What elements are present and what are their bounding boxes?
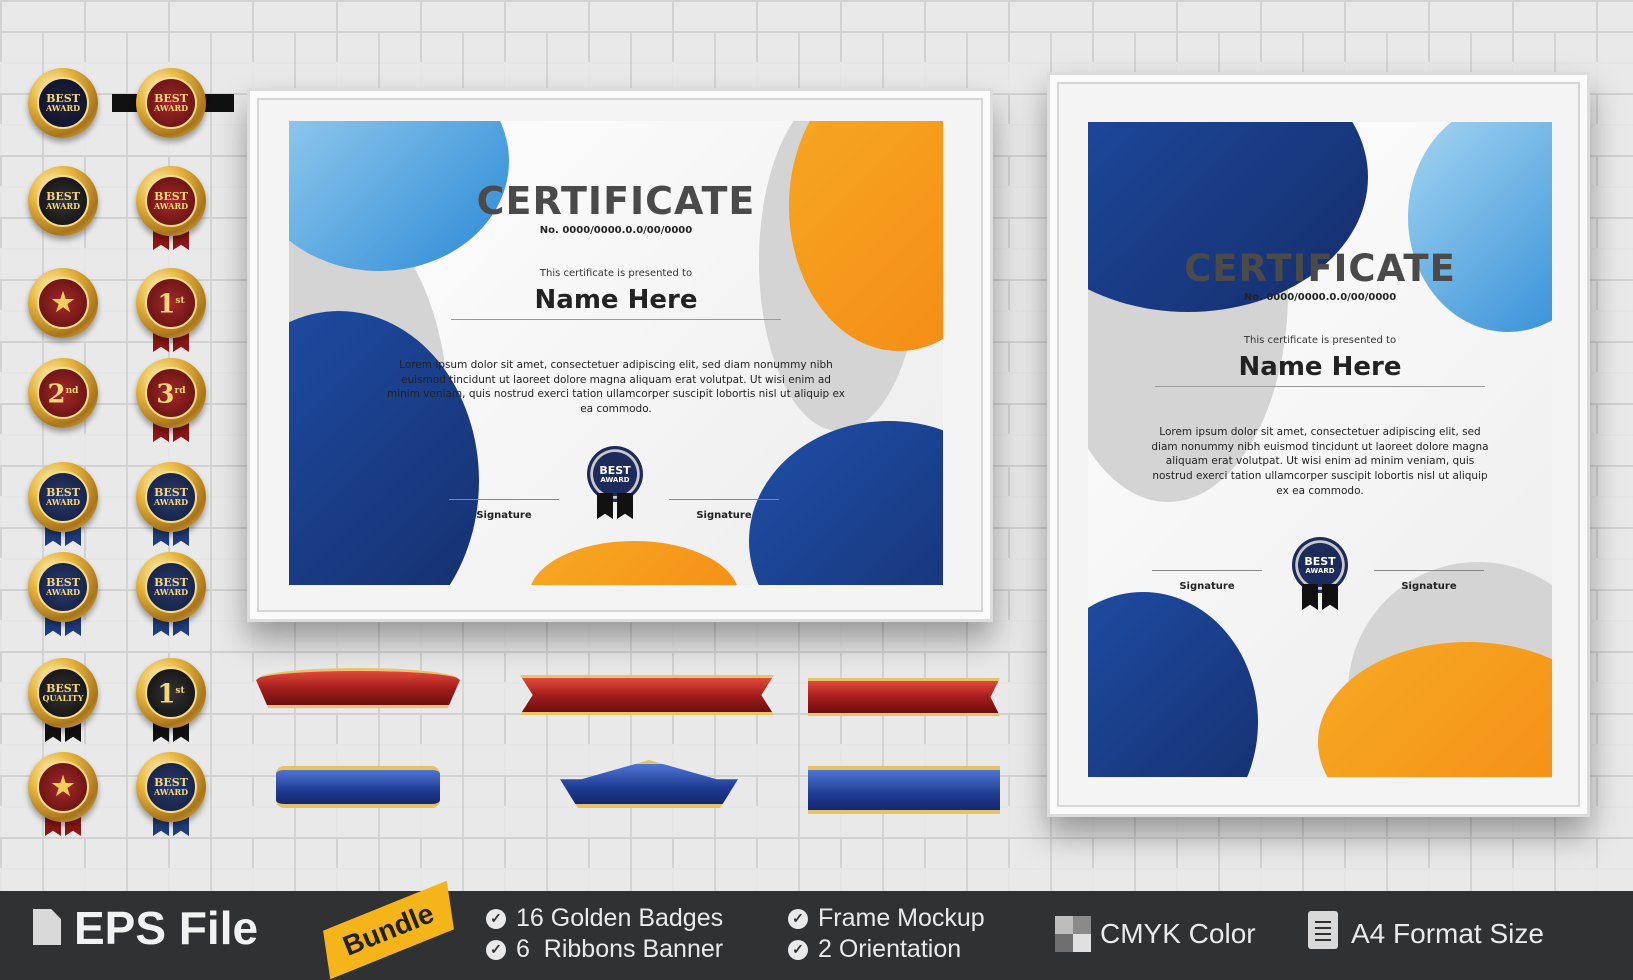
ribbon-banner-red-tag — [808, 678, 1000, 716]
recipient-name: Name Here — [1238, 352, 1402, 382]
check-icon: ✓ — [486, 939, 506, 960]
portrait-frame: CERTIFICATE No. 0000/0000.0.0/00/0000 Th… — [1047, 72, 1590, 817]
badge-best-icon: BEST QUALITY — [28, 658, 98, 728]
certificate-body-text: Lorem ipsum dolor sit amet, consectetuer… — [386, 359, 846, 416]
ribbon-banner-blue-crown — [560, 760, 738, 808]
certificate-body-text: Lorem ipsum dolor sit amet, consectetuer… — [1151, 426, 1489, 497]
check-icon: ✓ — [788, 939, 808, 960]
signature-right: Signature — [669, 499, 779, 521]
signature-right: Signature — [1374, 570, 1484, 592]
badge-rank-3-icon: 3rd — [136, 358, 206, 428]
decor-blob-orange — [529, 541, 739, 585]
bundle-tag: Bundle — [312, 881, 464, 980]
certificate-presented-text: This certificate is presented to — [539, 268, 693, 279]
ribbon-banner-red-flat — [520, 675, 774, 715]
certificate-number: No. 0000/0000.0.0/00/0000 — [539, 225, 693, 236]
eps-file-label: EPS File — [74, 902, 259, 954]
badge-rank-1-icon: 1st — [136, 658, 206, 728]
landscape-certificate: CERTIFICATE No. 0000/0000.0.0/00/0000 Th… — [289, 121, 943, 585]
feature-cmyk-color: CMYK Color — [1100, 918, 1256, 949]
badge-best-icon: BEST AWARD — [136, 752, 206, 822]
badge-best-icon: BEST AWARD — [136, 462, 206, 532]
badge-best-icon: BEST AWARD — [28, 552, 98, 622]
certificate-presented-text: This certificate is presented to — [1243, 335, 1397, 346]
decor-blob-navy — [1088, 592, 1258, 777]
badge-rank-2-icon: 2nd — [28, 358, 98, 428]
badge-best-icon: BEST AWARD — [136, 552, 206, 622]
signature-left: Signature — [1152, 570, 1262, 592]
badge-rank-1-icon: 1st — [136, 268, 206, 338]
certificate-title: CERTIFICATE — [476, 179, 756, 223]
badge-best-icon: BEST AWARD — [136, 68, 206, 138]
file-icon — [33, 909, 61, 945]
name-underline — [1155, 386, 1485, 387]
feature-ribbons-banner: ✓ 6 Ribbons Banner — [486, 935, 723, 964]
document-icon — [1308, 911, 1338, 949]
certificate-title: CERTIFICATE — [1184, 247, 1456, 290]
cmyk-icon — [1055, 916, 1091, 952]
badge-star-icon: ★ — [28, 752, 98, 822]
feature-golden-badges: ✓ 16 Golden Badges — [486, 904, 723, 933]
check-icon: ✓ — [788, 908, 808, 929]
name-underline — [451, 319, 781, 320]
ribbon-banner-blue-pill — [276, 766, 440, 808]
footer-bar: EPS File Bundle ✓ 16 Golden Badges ✓ 6 R… — [0, 891, 1633, 980]
badge-best-icon: BEST AWARD — [28, 68, 98, 138]
landscape-frame: CERTIFICATE No. 0000/0000.0.0/00/0000 Th… — [247, 88, 993, 622]
feature-a4-format: A4 Format Size — [1351, 918, 1544, 949]
badge-best-icon: BEST AWARD — [28, 462, 98, 532]
badge-star-icon: ★ — [28, 268, 98, 338]
feature-orientation: ✓ 2 Orientation — [788, 935, 961, 964]
ribbon-banner-red-curved — [256, 668, 460, 708]
certificate-number: No. 0000/0000.0.0/00/0000 — [1243, 292, 1397, 303]
portrait-certificate: CERTIFICATE No. 0000/0000.0.0/00/0000 Th… — [1088, 122, 1552, 777]
ribbon-banner-blue-rect — [808, 766, 1000, 814]
signature-left: Signature — [449, 499, 559, 521]
check-icon: ✓ — [486, 908, 506, 929]
badge-best-icon: BEST AWARD — [136, 166, 206, 236]
feature-frame-mockup: ✓ Frame Mockup — [788, 904, 985, 933]
recipient-name: Name Here — [534, 285, 698, 315]
badge-best-icon: BEST AWARD — [28, 166, 98, 236]
